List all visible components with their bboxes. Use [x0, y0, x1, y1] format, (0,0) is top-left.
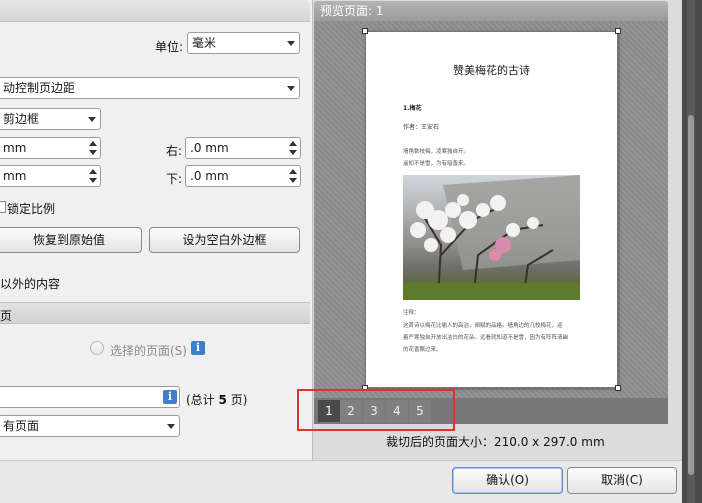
margin-mode-value: 动控制页边距 [3, 81, 76, 95]
ok-button[interactable]: 确认(O) [452, 467, 563, 494]
note-line-3: 的花香飘过来。 [403, 347, 442, 353]
cancel-button[interactable]: 取消(C) [567, 467, 677, 494]
left-margin-spinner[interactable]: mm [0, 137, 101, 159]
lock-ratio-label: 锁定比例 [7, 202, 56, 216]
spinner-icon[interactable] [289, 141, 297, 155]
top-margin-value: mm [3, 169, 27, 183]
set-blank-margin-button[interactable]: 设为空白外边框 [149, 227, 300, 253]
lock-ratio-checkbox[interactable] [0, 201, 6, 213]
crop-box-value: 剪边框 [3, 112, 40, 126]
chevron-down-icon [287, 86, 295, 91]
note-label: 注释： [403, 310, 420, 316]
cropped-size-label: 裁切后的页面大小：210.0 x 297.0 mm [386, 435, 605, 449]
highlight-annotation [297, 389, 455, 431]
bottom-margin-value: .0 mm [190, 169, 229, 183]
bottom-margin-label: 下: [166, 172, 183, 186]
doc-title: 赞美梅花的古诗 [453, 64, 530, 77]
note-line-2: 着严寒独自开放出洁白的花朵。远看就知道不是雪，因为有阵阵清幽 [403, 335, 569, 341]
left-margin-value: mm [3, 141, 27, 155]
preview-header: 预览页面: 1 [314, 1, 668, 21]
poem-line-2: 遥知不是雪，为有暗香来。 [403, 161, 470, 167]
outside-content-label: 以外的内容 [0, 277, 61, 291]
page-range-input[interactable] [0, 386, 180, 408]
selected-pages-label: 选择的页面(S) [110, 344, 187, 358]
selected-pages-radio[interactable] [90, 341, 104, 355]
unit-select[interactable]: 毫米 [187, 32, 300, 54]
restore-original-button[interactable]: 恢复到原始值 [0, 227, 142, 253]
plum-blossom-illustration [403, 175, 580, 300]
note-line-1: 这首诗以梅花比喻人的高洁，阐赋的品格。墙角边的几枝梅花，迎 [403, 323, 563, 329]
crop-handle-bottom-right[interactable] [615, 385, 621, 391]
doc-author: 作者：王安石 [403, 124, 440, 131]
crop-handle-top-left[interactable] [362, 28, 368, 34]
crop-handle-top-right[interactable] [615, 28, 621, 34]
margin-mode-select[interactable]: 动控制页边距 [0, 77, 300, 99]
info-icon[interactable]: i [163, 390, 177, 404]
chevron-down-icon [167, 424, 175, 429]
settings-group-header [0, 0, 310, 22]
unit-label: 单位: [155, 40, 184, 54]
spinner-icon[interactable] [89, 141, 97, 155]
poem-line-1: 墙角数枝梅，凌寒独自开。 [403, 149, 470, 155]
chevron-down-icon [88, 117, 96, 122]
pages-section-header: 页 [0, 302, 310, 324]
bottom-margin-spinner[interactable]: .0 mm [185, 165, 301, 187]
pages-section-title: 页 [0, 309, 13, 323]
total-pages-text: (总计 5 页) [186, 391, 247, 408]
doc-heading: 1.梅花 [403, 105, 422, 112]
right-margin-value: .0 mm [190, 141, 229, 155]
spinner-icon[interactable] [89, 169, 97, 183]
chevron-down-icon [287, 41, 295, 46]
scrollbar-thumb[interactable] [688, 115, 694, 475]
crop-box-select[interactable]: 剪边框 [0, 108, 101, 130]
plum-blossom-photo [403, 175, 580, 300]
right-margin-spinner[interactable]: .0 mm [185, 137, 301, 159]
top-margin-spinner[interactable]: mm [0, 165, 101, 187]
total-suffix: 页) [230, 393, 248, 407]
info-icon[interactable]: i [191, 341, 205, 355]
right-margin-label: 右: [166, 144, 183, 158]
unit-select-value: 毫米 [192, 36, 217, 50]
total-count: 5 [218, 393, 227, 407]
total-prefix: (总计 [186, 393, 215, 407]
apply-to-value: 有页面 [3, 419, 40, 433]
spinner-icon[interactable] [289, 169, 297, 183]
apply-to-select[interactable]: 有页面 [0, 415, 180, 437]
